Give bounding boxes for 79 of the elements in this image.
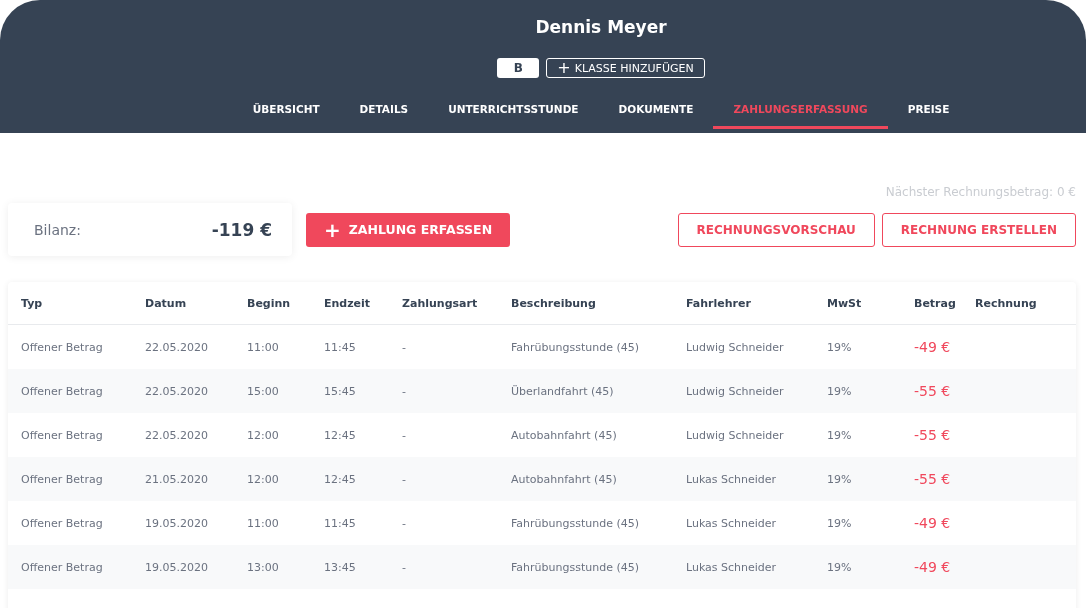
column-header: Beschreibung [511,296,597,310]
table-cell-text: 13:00 [247,560,280,574]
table-cell-text: Überlandfahrt (45) [511,384,615,398]
table-cell-text: Offener Betrag [21,516,104,530]
table-cell-text: Fahrübungsstunde (45) [511,340,640,354]
table-cell-text: 12:00 [247,472,280,486]
table-cell-text: Offener Betrag [21,560,104,574]
table-cell-text: 12:45 [324,428,357,442]
table-cell-text: -49 € [914,559,952,575]
table-cell-text: - [402,340,407,354]
tab[interactable]: PREISE [887,91,970,129]
plus-icon: + [557,60,571,76]
table-cell-text: 19.05.2020 [145,516,209,530]
table-cell-text: Ludwig Schneider [686,340,785,354]
table-cell-text: 22.05.2020 [145,340,209,354]
table-cell-text: 19% [827,340,853,354]
table-cell-text: - [402,472,407,486]
table-cell-text: 12:00 [247,428,280,442]
create-invoice-button[interactable]: RECHNUNG ERSTELLEN [881,212,1076,247]
column-header: Beginn [247,296,292,310]
table-cell-text: - [402,560,407,574]
table-cell-text: - [402,516,407,530]
add-class-button[interactable]: + KLASSE HINZUFÜGEN [546,58,705,78]
table-cell-text: Lukas Schneider [686,560,778,574]
tab[interactable]: DOKUMENTE [598,91,714,129]
table-cell-text: 19.05.2020 [145,560,209,574]
table-cell-text: -55 € [914,427,952,443]
table-cell-text: 19% [827,384,853,398]
table-cell-text: 22.05.2020 [145,384,209,398]
table-cell-text: 12:45 [324,472,357,486]
table-cell-text: -55 € [914,471,952,487]
table-cell-text: 15:45 [324,384,357,398]
table-cell-text: Lukas Schneider [686,516,778,530]
table-cell-text: 22.05.2020 [145,428,209,442]
table-cell-text: Ludwig Schneider [686,384,785,398]
table-cell-text: 21.05.2020 [145,472,209,486]
table-cell-text: -49 € [914,339,952,355]
table-cell-text: 15:00 [247,384,280,398]
balance-label: Bilanz: [34,221,81,238]
record-payment-button[interactable]: + ZAHLUNG ERFASSEN [306,212,511,247]
column-header: Fahrlehrer [686,296,752,310]
table-cell-text: 11:00 [247,340,280,354]
table-cell-text: Offener Betrag [21,384,104,398]
table-cell-text: -49 € [914,515,952,531]
table-cell-text: - [402,428,407,442]
tab[interactable]: DETAILS [339,91,429,129]
table-cell-text: 11:45 [324,516,357,530]
table-cell-text: 11:00 [247,516,280,530]
table-cell-text: 19% [827,428,853,442]
tab[interactable]: ÜBERSICHT [232,91,340,129]
table-cell-text: Offener Betrag [21,340,104,354]
table-cell-text: 19% [827,560,853,574]
column-header: Betrag [914,296,957,310]
table-cell-text: - [402,384,407,398]
column-header: Zahlungsart [402,296,479,310]
table-cell-text: 19% [827,516,853,530]
table-cell-text: Fahrübungsstunde (45) [511,516,640,530]
invoice-preview-button[interactable]: RECHNUNGSVORSCHAU [677,212,875,247]
column-header: Endzeit [324,296,372,310]
column-header: MwSt [827,296,863,310]
table-cell-text: Autobahnfahrt (45) [511,472,618,486]
table-cell-text: Offener Betrag [21,428,104,442]
column-header: Rechnung [975,296,1038,310]
table-cell-text: Ludwig Schneider [686,428,785,442]
table-cell-text: Autobahnfahrt (45) [511,428,618,442]
table-cell-text: 19% [827,472,853,486]
student-name: Dennis Meyer [535,17,667,39]
balance-value: -119 € [211,219,272,240]
column-header: Datum [145,296,188,310]
table-cell-text: Fahrübungsstunde (45) [511,560,640,574]
table-cell-text: Lukas Schneider [686,472,778,486]
table-cell-text: 11:45 [324,340,357,354]
class-tag[interactable]: B [497,58,540,78]
column-header: Typ [21,296,44,310]
table-cell-text: -55 € [914,383,952,399]
table-cell-text: Offener Betrag [21,472,104,486]
tab[interactable]: UNTERRICHTSSTUNDE [428,91,599,129]
table-cell-text: 13:45 [324,560,357,574]
plus-icon: + [324,219,341,240]
